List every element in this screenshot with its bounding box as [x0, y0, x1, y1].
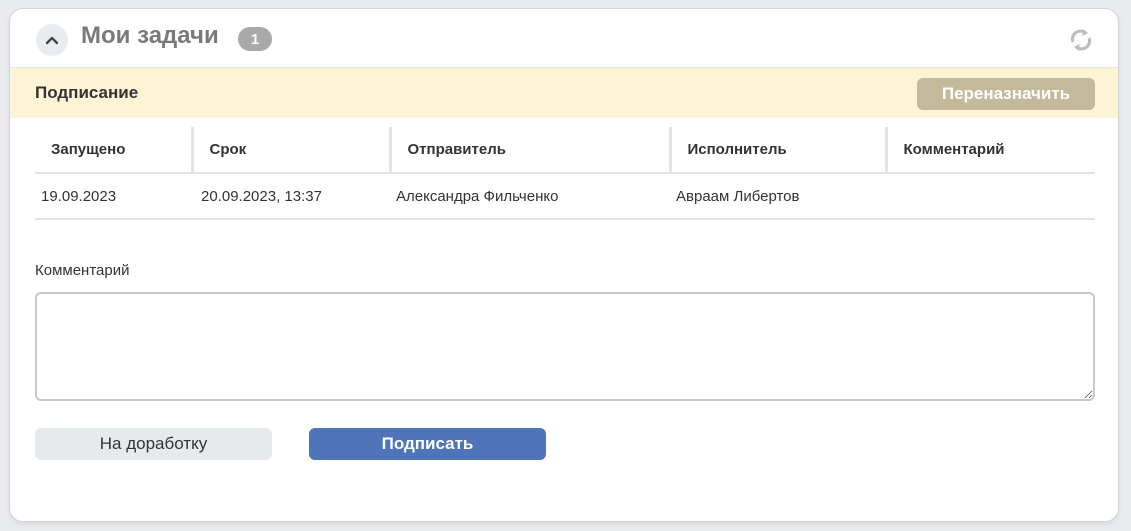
tasks-table: Запущено Срок Отправитель Исполнитель Ко… — [35, 127, 1095, 220]
page-title: Мои задачи — [81, 22, 219, 49]
refresh-icon — [1070, 29, 1092, 51]
tasks-panel: Мои задачи 1 Подписание Переназначить За… — [9, 8, 1119, 522]
collapse-button[interactable] — [36, 24, 68, 56]
table-row[interactable]: 19.09.2023 20.09.2023, 13:37 Александра … — [35, 173, 1095, 220]
sign-button[interactable]: Подписать — [309, 428, 546, 460]
column-header-started[interactable]: Запущено — [35, 127, 192, 174]
task-count-badge: 1 — [238, 27, 272, 51]
signing-section-bar: Подписание Переназначить — [10, 68, 1118, 118]
column-header-sender[interactable]: Отправитель — [388, 127, 670, 174]
column-header-deadline[interactable]: Срок — [190, 127, 390, 174]
cell-sender: Александра Фильченко — [390, 173, 670, 220]
cell-comment — [886, 173, 1095, 220]
reassign-button[interactable]: Переназначить — [917, 78, 1095, 110]
column-header-assignee[interactable]: Исполнитель — [668, 127, 886, 174]
chevron-up-icon — [45, 36, 59, 45]
comment-label: Комментарий — [35, 262, 130, 279]
section-title: Подписание — [35, 83, 139, 102]
cell-deadline: 20.09.2023, 13:37 — [192, 173, 390, 220]
panel-header: Мои задачи 1 — [10, 9, 1118, 68]
send-for-rework-button[interactable]: На доработку — [35, 428, 272, 460]
comment-field[interactable] — [35, 292, 1095, 401]
cell-assignee: Авраам Либертов — [670, 173, 886, 220]
column-header-comment[interactable]: Комментарий — [884, 127, 1095, 174]
cell-started: 19.09.2023 — [35, 173, 192, 220]
table-header-row: Запущено Срок Отправитель Исполнитель Ко… — [35, 127, 1095, 174]
refresh-button[interactable] — [1066, 25, 1096, 55]
